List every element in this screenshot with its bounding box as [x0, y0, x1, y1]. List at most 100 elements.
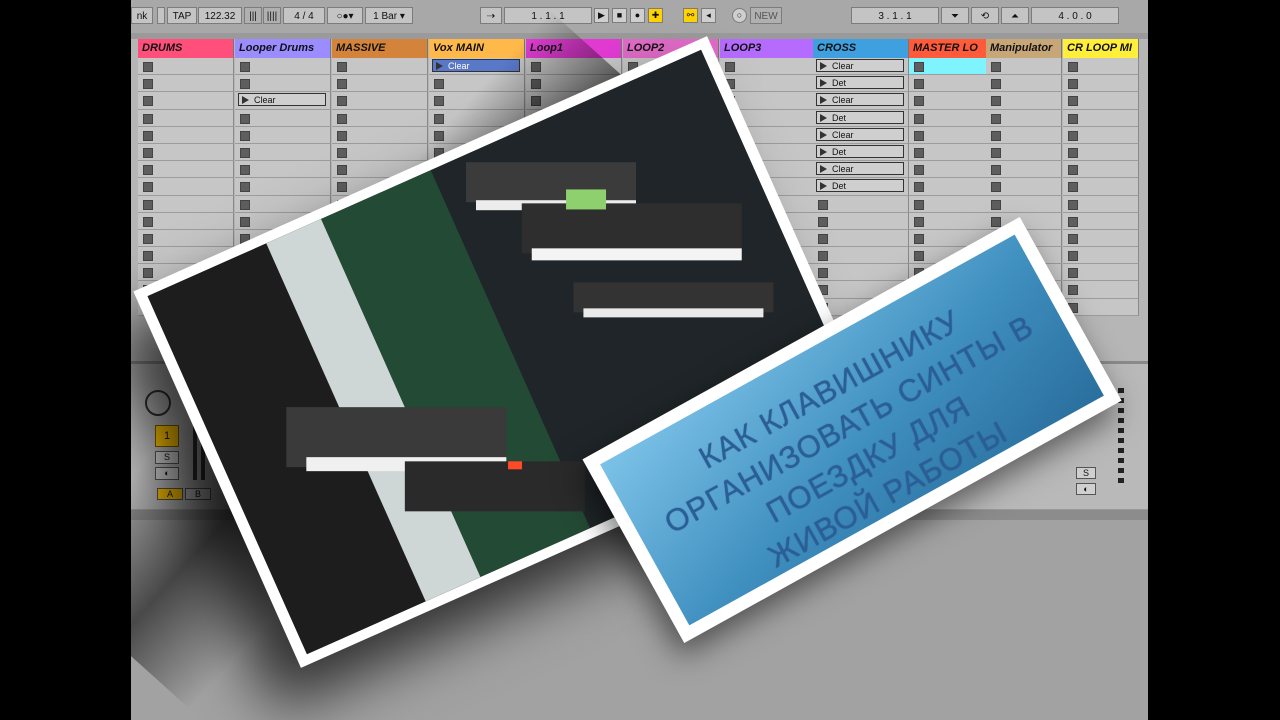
tempo-field[interactable]: 122.32	[198, 7, 242, 24]
clip-slot[interactable]	[1063, 195, 1139, 213]
play-icon[interactable]: ▶	[594, 8, 609, 23]
clip-stop-icon[interactable]	[991, 113, 1001, 124]
track-header[interactable]: CROSS	[813, 39, 909, 58]
clip-slot[interactable]	[235, 178, 331, 196]
clip-slot[interactable]	[1063, 109, 1139, 127]
clip-slot[interactable]: Clear	[235, 92, 331, 110]
clip-slot[interactable]	[138, 92, 234, 110]
clip-slot[interactable]	[813, 229, 909, 248]
pan-knob-icon[interactable]	[145, 390, 171, 416]
clip-stop-icon[interactable]	[143, 147, 153, 158]
link-button[interactable]: nk	[131, 7, 153, 24]
clip-slot[interactable]	[235, 161, 331, 179]
clip-stop-icon[interactable]	[143, 268, 153, 279]
clip-stop-icon[interactable]	[818, 251, 828, 262]
clip-slot[interactable]	[332, 143, 428, 162]
clip-stop-icon[interactable]	[914, 130, 924, 141]
clip-stop-icon[interactable]	[818, 268, 828, 279]
clip-play-icon[interactable]	[820, 113, 827, 122]
clip-play-icon[interactable]	[820, 96, 827, 105]
punch-out-icon[interactable]: ⏶	[1001, 7, 1029, 24]
clip-stop-icon[interactable]	[337, 113, 347, 124]
clip-stop-icon[interactable]	[991, 62, 1001, 72]
loop-length-field[interactable]: 4 . 0 . 0	[1031, 7, 1119, 24]
clip-slot[interactable]	[138, 143, 234, 162]
clip-stop-icon[interactable]	[337, 165, 347, 176]
clip-stop-icon[interactable]	[914, 165, 924, 176]
clip-slot[interactable]: Clear	[813, 161, 909, 179]
clip-slot[interactable]	[720, 58, 816, 76]
clip-stop-icon[interactable]	[434, 79, 444, 90]
clip-stop-icon[interactable]	[1068, 165, 1078, 176]
link-toggle[interactable]	[157, 7, 165, 24]
clip-stop-icon[interactable]	[991, 199, 1001, 210]
track-header[interactable]: Manipulator	[986, 39, 1062, 58]
solo-button-right[interactable]: S	[1076, 467, 1096, 479]
session-record-icon[interactable]: ✚	[648, 8, 663, 23]
clip-slot[interactable]	[138, 195, 234, 213]
clip-stop-icon[interactable]	[914, 96, 924, 107]
clip-play-icon[interactable]	[436, 62, 443, 70]
clip-stop-icon[interactable]	[337, 147, 347, 158]
clip-stop-icon[interactable]	[240, 79, 250, 90]
track-header[interactable]: DRUMS	[138, 39, 234, 58]
clip-slot[interactable]	[986, 92, 1062, 110]
clip-slot[interactable]	[138, 178, 234, 196]
clip-slot[interactable]	[720, 75, 816, 93]
clip[interactable]: Det	[816, 110, 904, 124]
clip-slot[interactable]	[235, 143, 331, 162]
clip-slot[interactable]	[235, 126, 331, 144]
clip-slot[interactable]	[813, 247, 909, 265]
tap-button[interactable]: TAP	[167, 7, 197, 24]
loop-switch-icon[interactable]: ⟲	[971, 7, 999, 24]
clip-stop-icon[interactable]	[1068, 182, 1078, 193]
clip-stop-icon[interactable]	[143, 62, 153, 72]
metronome-icon[interactable]: ○●▾	[327, 7, 363, 24]
clip-slot[interactable]	[813, 195, 909, 213]
clip-stop-icon[interactable]	[434, 113, 444, 124]
clip-stop-icon[interactable]	[143, 233, 153, 244]
clip-slot[interactable]	[332, 58, 428, 76]
clip-slot[interactable]	[138, 161, 234, 179]
clip-slot[interactable]	[1063, 92, 1139, 110]
back-to-arrangement-icon[interactable]: ◂	[701, 8, 716, 23]
clip-slot[interactable]	[1063, 247, 1139, 265]
clip-slot[interactable]	[986, 126, 1062, 144]
clip-slot[interactable]	[1063, 143, 1139, 162]
clip-slot[interactable]: Clear	[813, 126, 909, 144]
loop-record-icon[interactable]: ○	[732, 8, 747, 23]
clip-slot[interactable]	[986, 75, 1062, 93]
clip-slot[interactable]	[235, 58, 331, 76]
clip-slot[interactable]	[138, 229, 234, 248]
clip-stop-icon[interactable]	[914, 79, 924, 90]
clip-slot[interactable]: Clear	[813, 58, 909, 76]
clip-stop-icon[interactable]	[1068, 113, 1078, 124]
clip-stop-icon[interactable]	[143, 251, 153, 262]
clip-play-icon[interactable]	[820, 165, 827, 174]
clip-stop-icon[interactable]	[143, 165, 153, 176]
track-header[interactable]: Looper Drums	[235, 39, 331, 58]
clip-stop-icon[interactable]	[143, 216, 153, 227]
clip-stop-icon[interactable]	[240, 113, 250, 124]
clip-slot[interactable]	[138, 75, 234, 93]
clip-slot[interactable]	[332, 109, 428, 127]
automation-arm-icon[interactable]: ⚯	[683, 8, 698, 23]
clip-stop-icon[interactable]	[337, 96, 347, 107]
clip-stop-icon[interactable]	[1068, 216, 1078, 227]
clip-slot[interactable]	[1063, 212, 1139, 230]
clip-stop-icon[interactable]	[337, 62, 347, 72]
clip-slot[interactable]	[1063, 161, 1139, 179]
clip[interactable]: Clear	[816, 127, 904, 141]
clip-stop-icon[interactable]	[1068, 233, 1078, 244]
quantization-menu[interactable]: 1 Bar ▾	[365, 7, 413, 24]
clip-slot[interactable]	[332, 92, 428, 110]
follow-icon[interactable]: ⇢	[480, 7, 502, 24]
clip-stop-icon[interactable]	[143, 182, 153, 193]
clip-stop-icon[interactable]	[818, 233, 828, 244]
clip-stop-icon[interactable]	[143, 96, 153, 107]
clip-stop-icon[interactable]	[434, 96, 444, 107]
clip-slot[interactable]	[1063, 281, 1139, 299]
track-header[interactable]: MASSIVE	[332, 39, 428, 58]
clip-stop-icon[interactable]	[337, 182, 347, 193]
clip-stop-icon[interactable]	[1068, 130, 1078, 141]
